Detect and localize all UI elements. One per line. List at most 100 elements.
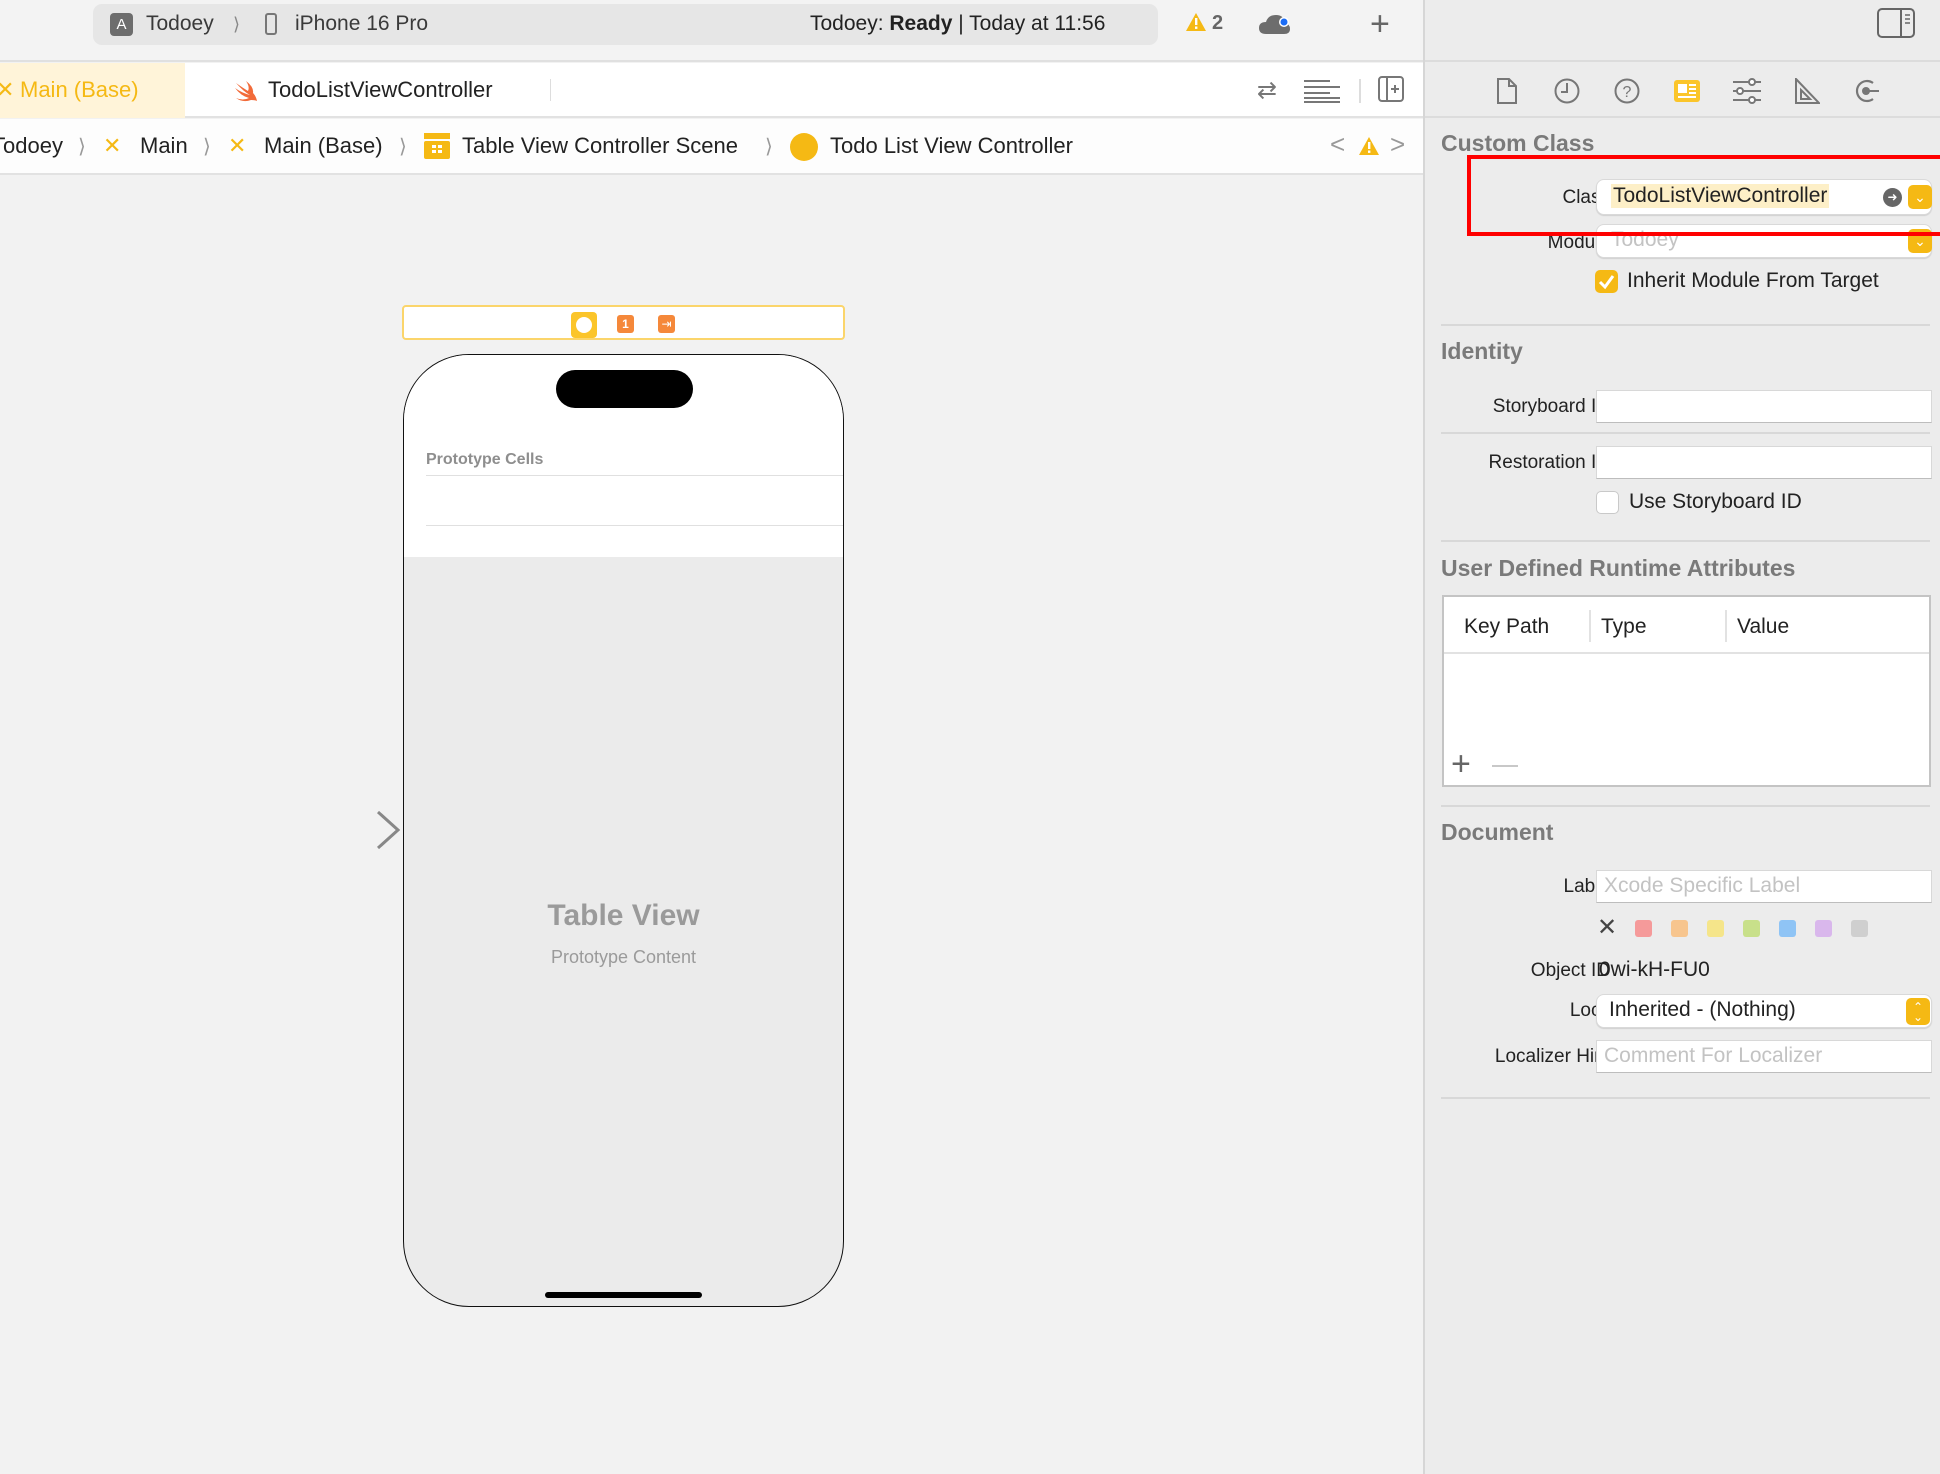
column-header-key-path[interactable]: Key Path xyxy=(1464,615,1549,639)
warning-count[interactable]: 2 xyxy=(1212,12,1223,35)
column-header-type[interactable]: Type xyxy=(1601,615,1647,639)
identity-icon[interactable] xyxy=(1672,76,1702,106)
warning-icon[interactable] xyxy=(1185,12,1207,37)
label-color-swatch[interactable] xyxy=(1671,920,1688,937)
restoration-id-field[interactable] xyxy=(1596,446,1932,479)
prototype-cells-label: Prototype Cells xyxy=(426,451,544,468)
warning-icon[interactable] xyxy=(1358,136,1380,161)
localizer-hint-field[interactable]: Comment For Localizer xyxy=(1596,1040,1932,1073)
help-icon[interactable]: ? xyxy=(1612,76,1642,106)
module-dropdown-icon[interactable]: ⌄ xyxy=(1908,229,1932,253)
add-editor-icon[interactable] xyxy=(1378,76,1404,107)
jumpbar-item-project[interactable]: Todoey xyxy=(0,133,63,159)
first-responder-icon[interactable]: 1 xyxy=(617,315,634,333)
next-issue-icon[interactable]: > xyxy=(1390,129,1405,160)
status-state: Ready xyxy=(889,12,953,35)
add-attribute-icon[interactable]: + xyxy=(1451,747,1471,781)
lock-popup[interactable]: Inherited - (Nothing) ⌃ ⌄ xyxy=(1596,994,1932,1028)
jump-bar: Todoey ⟩ ✕ Main ⟩ ✕ Main (Base) ⟩ Table … xyxy=(0,119,1423,175)
lock-stepper-icon[interactable]: ⌃ ⌄ xyxy=(1906,998,1930,1025)
label-color-swatch[interactable] xyxy=(1743,920,1760,937)
connections-icon[interactable] xyxy=(1852,76,1882,106)
cloud-sync-icon[interactable] xyxy=(1258,13,1292,40)
cell-separator xyxy=(426,475,843,476)
initial-view-controller-arrow[interactable] xyxy=(290,810,402,850)
section-divider xyxy=(1441,324,1930,326)
inherit-module-checkbox[interactable] xyxy=(1595,270,1618,293)
remove-attribute-icon[interactable] xyxy=(1492,765,1518,767)
status-project: Todoey: xyxy=(810,12,890,35)
exit-icon[interactable]: ⇥ xyxy=(658,315,675,333)
add-icon[interactable]: + xyxy=(1370,7,1390,41)
scene-dock[interactable]: 1 ⇥ xyxy=(402,305,845,340)
chevron-right-icon: ⟩ xyxy=(399,136,407,158)
jumpbar-item-view-controller[interactable]: Todo List View Controller xyxy=(830,133,1073,159)
section-title-custom-class: Custom Class xyxy=(1441,130,1595,156)
restoration-id-label: Restoration ID xyxy=(1488,452,1610,473)
section-title-document: Document xyxy=(1441,819,1554,845)
section-divider xyxy=(1441,1097,1930,1099)
history-icon[interactable] xyxy=(1552,76,1582,106)
label-color-swatch[interactable] xyxy=(1635,920,1652,937)
toolbar-divider xyxy=(1359,79,1361,103)
class-field[interactable]: TodoListViewController ➜ ⌄ xyxy=(1596,179,1932,215)
storyboard-id-label: Storyboard ID xyxy=(1492,396,1610,417)
section-divider xyxy=(1441,540,1930,542)
xcode-label-field[interactable]: Xcode Specific Label xyxy=(1596,870,1932,903)
swift-icon xyxy=(235,81,257,102)
table-header-area: Prototype Cells xyxy=(404,355,843,557)
file-icon[interactable] xyxy=(1492,76,1522,106)
inspector-toggle-icon[interactable] xyxy=(1877,8,1915,43)
scene-icon xyxy=(424,133,450,164)
table-view-title: Table View xyxy=(547,899,700,932)
storyboard-icon: ✕ xyxy=(228,133,247,158)
status-time: | Today at 11:56 xyxy=(958,12,1106,35)
label-color-swatch[interactable] xyxy=(1707,920,1724,937)
editor-options-icon[interactable] xyxy=(1304,79,1340,108)
tab-main-base[interactable]: ✕ Main (Base) xyxy=(0,63,185,118)
previous-issue-icon[interactable]: < xyxy=(1330,129,1345,160)
runtime-attributes-table[interactable]: Key Path Type Value + xyxy=(1442,595,1931,787)
attributes-icon[interactable] xyxy=(1732,76,1762,106)
section-divider xyxy=(1441,805,1930,807)
iphone-frame[interactable]: Prototype Cells Table View Prototype Con… xyxy=(403,354,844,1307)
column-separator xyxy=(1725,610,1727,642)
inspector-header xyxy=(1425,0,1940,62)
module-field[interactable]: Todoey ⌄ xyxy=(1596,224,1932,258)
use-storyboard-id-checkbox[interactable] xyxy=(1596,491,1619,514)
clear-color-icon[interactable]: ✕ xyxy=(1597,913,1617,942)
device-selector[interactable]: iPhone 16 Pro xyxy=(295,12,428,36)
localizer-hint-placeholder: Comment For Localizer xyxy=(1604,1044,1823,1067)
label-color-swatch[interactable] xyxy=(1851,920,1868,937)
view-controller-icon[interactable] xyxy=(571,312,597,338)
label-color-swatch[interactable] xyxy=(1815,920,1832,937)
jumpbar-item-main[interactable]: Main xyxy=(140,133,188,159)
chevron-right-icon: ⟩ xyxy=(78,136,86,158)
toolbar: A Todoey ⟩ iPhone 16 Pro Todoey: Ready |… xyxy=(0,0,1423,62)
activity-bar: A Todoey ⟩ iPhone 16 Pro Todoey: Ready |… xyxy=(93,4,1158,45)
jumpbar-item-scene[interactable]: Table View Controller Scene xyxy=(462,133,738,159)
storyboard-icon: ✕ xyxy=(0,77,15,102)
go-to-class-icon[interactable]: ➜ xyxy=(1883,188,1902,207)
section-title-identity: Identity xyxy=(1441,338,1523,364)
view-controller-icon xyxy=(790,133,818,161)
storyboard-id-field[interactable] xyxy=(1596,390,1932,423)
localizer-hint-label: Localizer Hint xyxy=(1494,1046,1610,1067)
chevron-right-icon: ⟩ xyxy=(233,14,241,34)
column-header-value[interactable]: Value xyxy=(1737,615,1789,639)
jumpbar-item-main-base[interactable]: Main (Base) xyxy=(264,133,383,159)
related-items-icon[interactable]: ⇄ xyxy=(1257,76,1277,105)
tab-separator xyxy=(550,79,551,101)
lock-value: Inherited - (Nothing) xyxy=(1609,998,1796,1021)
module-placeholder: Todoey xyxy=(1611,228,1679,251)
size-icon[interactable] xyxy=(1792,76,1822,106)
build-status: Todoey: Ready | Today at 11:56 xyxy=(810,12,1105,36)
label-color-swatch[interactable] xyxy=(1779,920,1796,937)
dynamic-island xyxy=(556,370,693,408)
scheme-selector[interactable]: Todoey xyxy=(146,12,214,36)
class-dropdown-icon[interactable]: ⌄ xyxy=(1908,185,1932,209)
section-title-runtime-attributes: User Defined Runtime Attributes xyxy=(1441,555,1796,581)
class-value: TodoListViewController xyxy=(1611,184,1830,208)
home-indicator xyxy=(545,1292,702,1298)
header-divider xyxy=(1444,652,1929,654)
